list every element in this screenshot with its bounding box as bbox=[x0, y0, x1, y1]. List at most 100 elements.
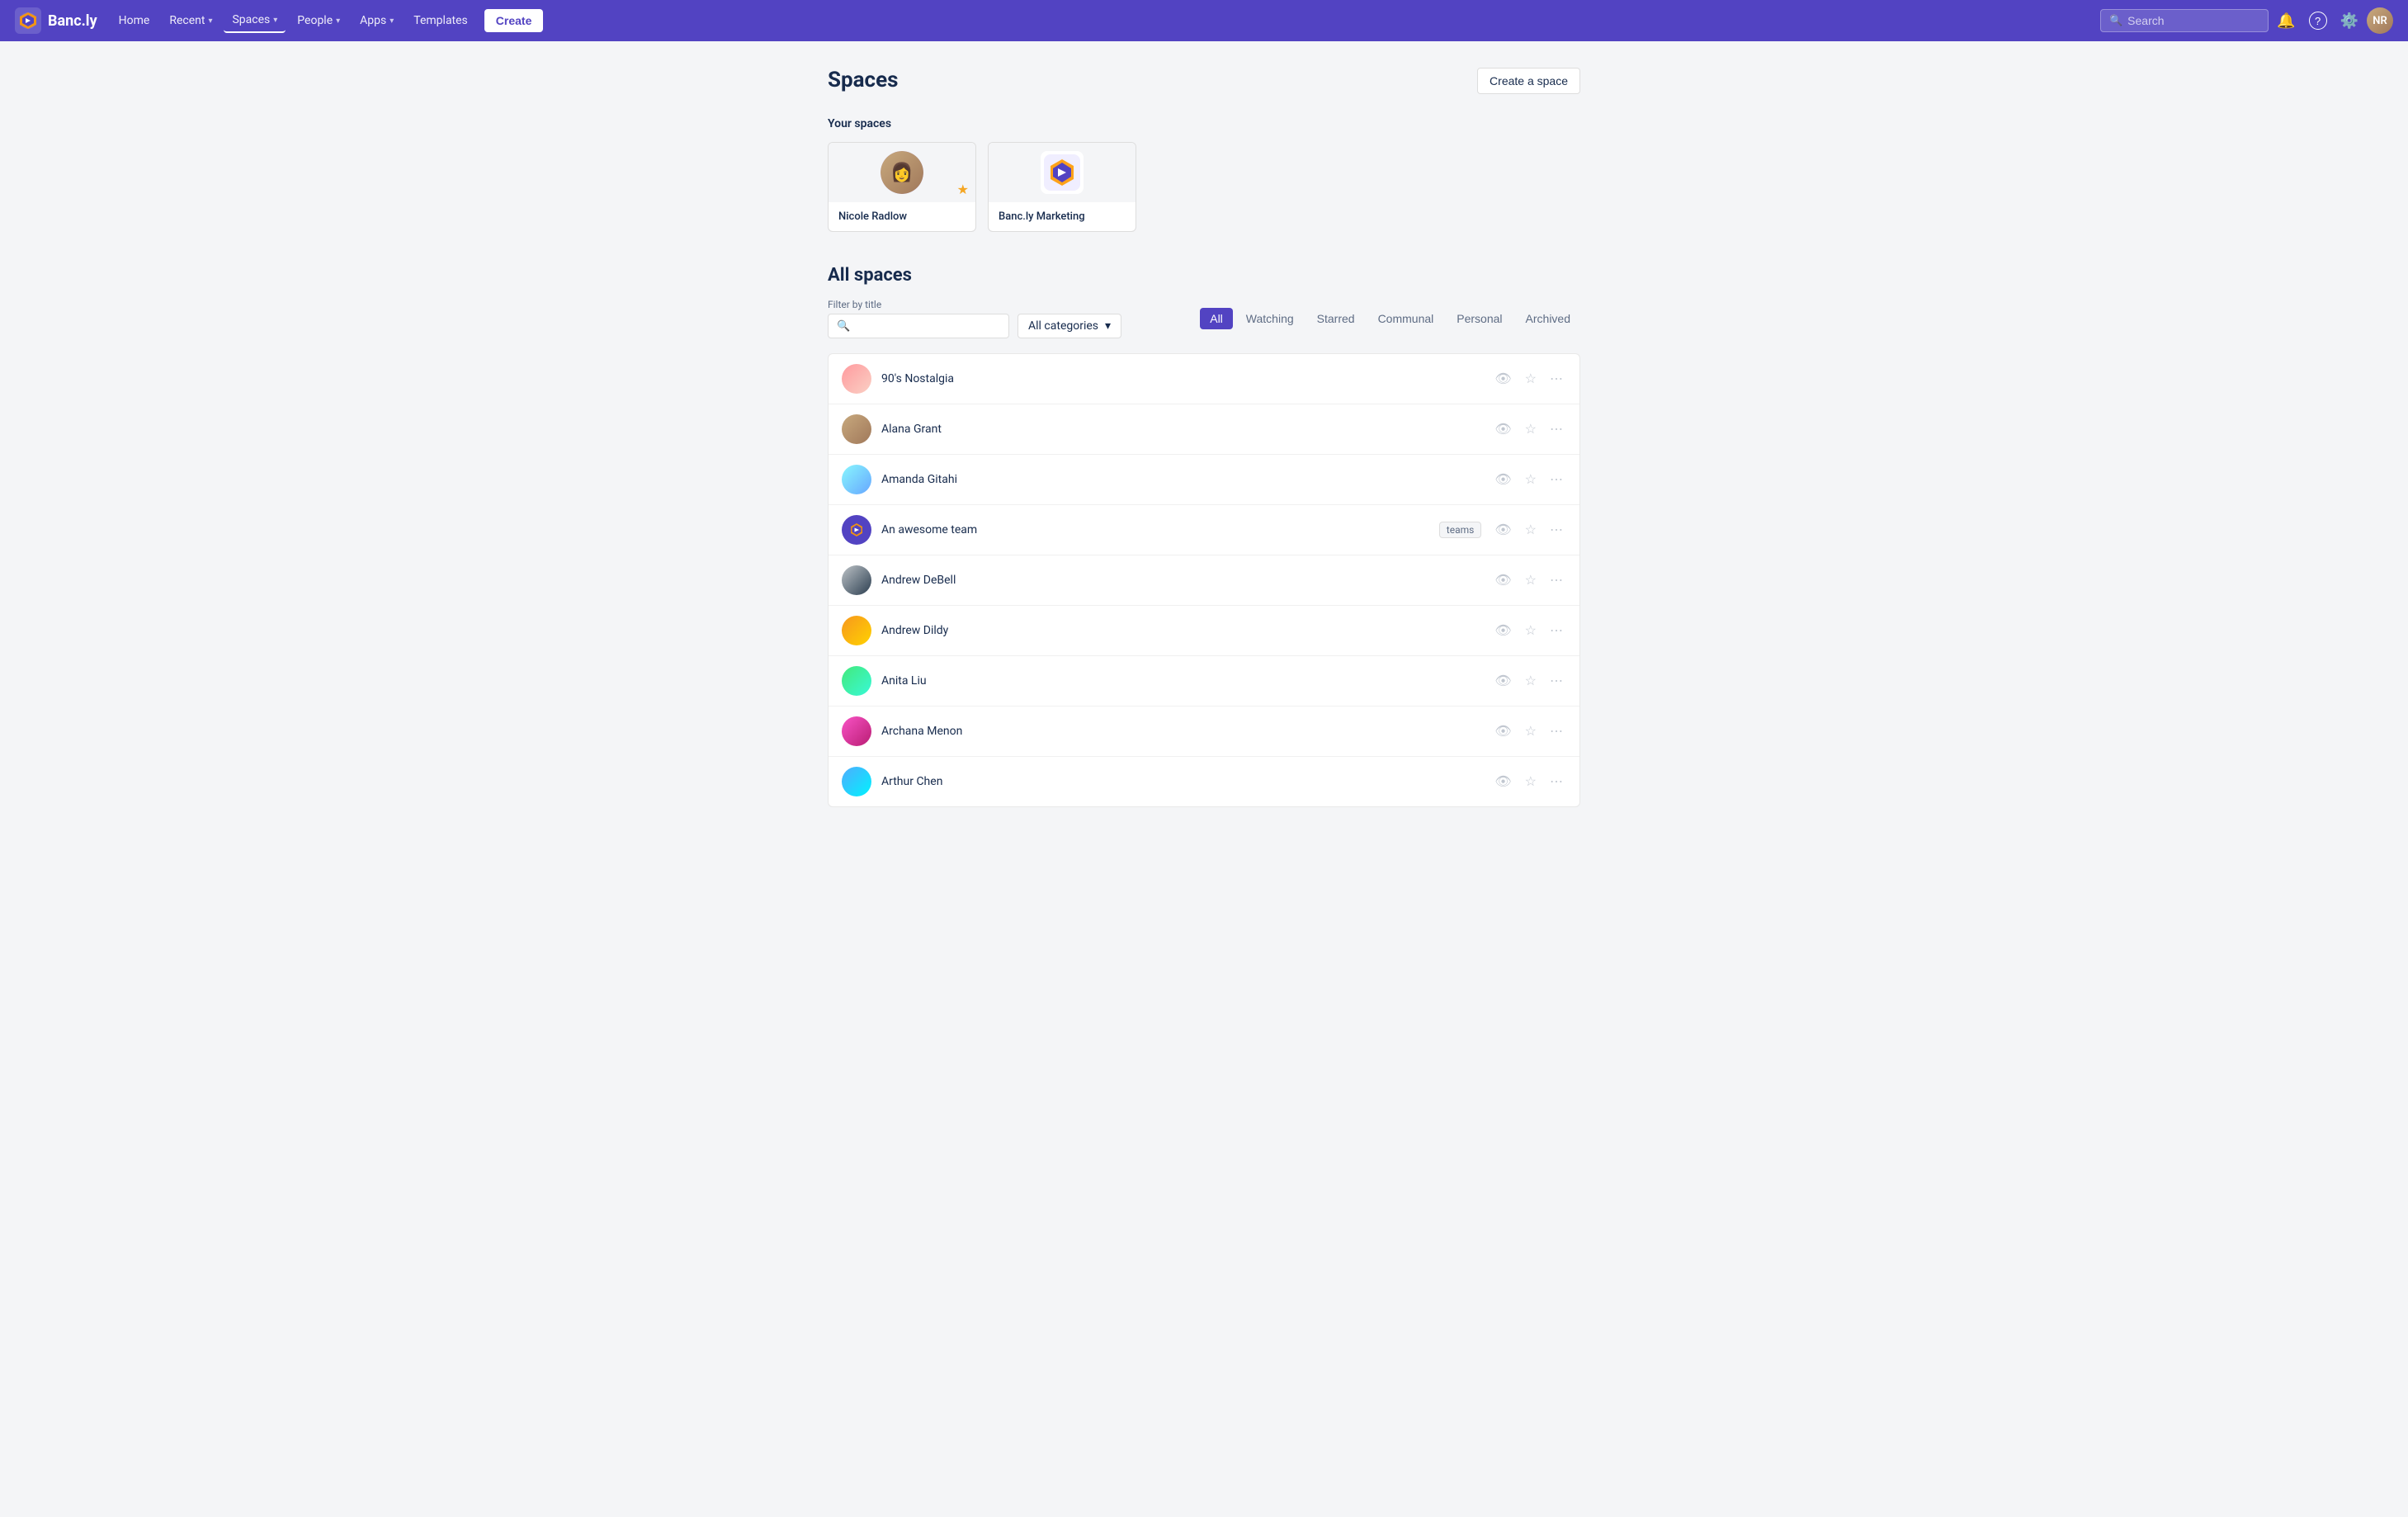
watch-button-anita[interactable]: 👁 bbox=[1491, 671, 1514, 691]
watch-button-archana[interactable]: 👁 bbox=[1491, 721, 1514, 741]
space-name-awesome: An awesome team bbox=[881, 523, 1429, 536]
tab-archived[interactable]: Archived bbox=[1516, 308, 1580, 329]
tab-all[interactable]: All bbox=[1200, 308, 1233, 329]
nav-people[interactable]: People ▾ bbox=[289, 9, 348, 32]
more-button-awesome[interactable]: ⋯ bbox=[1546, 520, 1566, 540]
apps-chevron-icon: ▾ bbox=[390, 17, 394, 26]
space-card-header-nicole: 👩 ★ bbox=[829, 143, 975, 202]
your-spaces-grid: 👩 ★ Nicole Radlow bbox=[828, 142, 1580, 232]
space-avatar-archana bbox=[842, 716, 871, 746]
space-card-avatar-bancly bbox=[1041, 151, 1084, 194]
more-button-alana[interactable]: ⋯ bbox=[1546, 419, 1566, 439]
space-card-nicole[interactable]: 👩 ★ Nicole Radlow bbox=[828, 142, 976, 232]
recent-chevron-icon: ▾ bbox=[208, 17, 212, 26]
page-title: Spaces bbox=[828, 68, 899, 92]
more-button-andrew-dildy[interactable]: ⋯ bbox=[1546, 621, 1566, 640]
user-avatar[interactable]: NR bbox=[2367, 7, 2393, 34]
filter-tabs: All Watching Starred Communal Personal A… bbox=[1200, 308, 1580, 329]
star-button-amanda[interactable]: ☆ bbox=[1522, 470, 1540, 489]
space-row-actions-amanda: 👁 ☆ ⋯ bbox=[1491, 470, 1566, 489]
spaces-chevron-icon: ▾ bbox=[273, 16, 277, 25]
people-chevron-icon: ▾ bbox=[336, 17, 340, 26]
more-button-arthur[interactable]: ⋯ bbox=[1546, 772, 1566, 792]
all-spaces-title: All spaces bbox=[828, 265, 1580, 286]
tab-communal[interactable]: Communal bbox=[1368, 308, 1444, 329]
space-name-archana: Archana Menon bbox=[881, 725, 1481, 738]
watch-button-amanda[interactable]: 👁 bbox=[1491, 470, 1514, 489]
table-row[interactable]: Amanda Gitahi 👁 ☆ ⋯ bbox=[829, 455, 1579, 505]
star-button-andrew-dildy[interactable]: ☆ bbox=[1522, 621, 1540, 640]
nav-home[interactable]: Home bbox=[111, 9, 158, 32]
filter-label: Filter by title bbox=[828, 299, 1121, 310]
nav-templates[interactable]: Templates bbox=[405, 9, 476, 32]
search-box[interactable]: 🔍 bbox=[2100, 9, 2269, 32]
filter-search-box[interactable]: 🔍 bbox=[828, 314, 1009, 338]
app-logo[interactable]: Banc.ly bbox=[15, 7, 97, 34]
table-row[interactable]: Anita Liu 👁 ☆ ⋯ bbox=[829, 656, 1579, 707]
more-button-andrew-debell[interactable]: ⋯ bbox=[1546, 570, 1566, 590]
search-icon: 🔍 bbox=[2109, 15, 2122, 27]
filter-search-icon: 🔍 bbox=[837, 320, 850, 333]
help-button[interactable]: ? bbox=[2304, 7, 2332, 35]
page-header: Spaces Create a space bbox=[828, 68, 1580, 94]
star-button-arthur[interactable]: ☆ bbox=[1522, 772, 1540, 792]
space-name-nostalgia: 90's Nostalgia bbox=[881, 372, 1481, 385]
create-button[interactable]: Create bbox=[484, 9, 544, 32]
space-card-name-bancly: Banc.ly Marketing bbox=[999, 210, 1126, 223]
tab-personal[interactable]: Personal bbox=[1447, 308, 1512, 329]
star-button-andrew-debell[interactable]: ☆ bbox=[1522, 570, 1540, 590]
space-avatar-andrew-dildy bbox=[842, 616, 871, 645]
star-button-anita[interactable]: ☆ bbox=[1522, 671, 1540, 691]
table-row[interactable]: 90's Nostalgia 👁 ☆ ⋯ bbox=[829, 354, 1579, 404]
space-name-andrew-debell: Andrew DeBell bbox=[881, 574, 1481, 587]
filter-group: Filter by title 🔍 All categories ▾ bbox=[828, 299, 1121, 338]
star-button-awesome[interactable]: ☆ bbox=[1522, 520, 1540, 540]
watch-button-awesome[interactable]: 👁 bbox=[1491, 520, 1514, 540]
settings-button[interactable]: ⚙️ bbox=[2335, 7, 2363, 35]
nav-recent[interactable]: Recent ▾ bbox=[161, 9, 220, 32]
all-spaces-section: All spaces Filter by title 🔍 All categor… bbox=[828, 265, 1580, 807]
category-select[interactable]: All categories ▾ bbox=[1017, 314, 1121, 338]
nav-spaces[interactable]: Spaces ▾ bbox=[224, 8, 286, 33]
space-avatar-anita bbox=[842, 666, 871, 696]
space-avatar-arthur bbox=[842, 767, 871, 796]
watch-button-nostalgia[interactable]: 👁 bbox=[1491, 369, 1514, 389]
space-name-anita: Anita Liu bbox=[881, 674, 1481, 688]
table-row[interactable]: Andrew DeBell 👁 ☆ ⋯ bbox=[829, 555, 1579, 606]
table-row[interactable]: Archana Menon 👁 ☆ ⋯ bbox=[829, 707, 1579, 757]
watch-button-andrew-dildy[interactable]: 👁 bbox=[1491, 621, 1514, 640]
table-row[interactable]: Alana Grant 👁 ☆ ⋯ bbox=[829, 404, 1579, 455]
watch-button-andrew-debell[interactable]: 👁 bbox=[1491, 570, 1514, 590]
help-icon: ? bbox=[2309, 12, 2327, 30]
star-button-nostalgia[interactable]: ☆ bbox=[1522, 369, 1540, 389]
more-button-archana[interactable]: ⋯ bbox=[1546, 721, 1566, 741]
search-input[interactable] bbox=[2127, 14, 2259, 27]
space-row-actions-nostalgia: 👁 ☆ ⋯ bbox=[1491, 369, 1566, 389]
tab-watching[interactable]: Watching bbox=[1236, 308, 1304, 329]
space-card-body-bancly: Banc.ly Marketing bbox=[989, 202, 1136, 231]
space-row-actions-arthur: 👁 ☆ ⋯ bbox=[1491, 772, 1566, 792]
more-button-nostalgia[interactable]: ⋯ bbox=[1546, 369, 1566, 389]
space-row-actions-andrew-debell: 👁 ☆ ⋯ bbox=[1491, 570, 1566, 590]
main-content: Spaces Create a space Your spaces 👩 ★ Ni… bbox=[808, 41, 1600, 834]
nav-apps[interactable]: Apps ▾ bbox=[352, 9, 402, 32]
space-avatar-alana bbox=[842, 414, 871, 444]
table-row[interactable]: An awesome team teams 👁 ☆ ⋯ bbox=[829, 505, 1579, 555]
table-row[interactable]: Arthur Chen 👁 ☆ ⋯ bbox=[829, 757, 1579, 806]
space-avatar-amanda bbox=[842, 465, 871, 494]
table-row[interactable]: Andrew Dildy 👁 ☆ ⋯ bbox=[829, 606, 1579, 656]
your-spaces-section: Your spaces 👩 ★ Nicole Radlow bbox=[828, 117, 1580, 232]
star-button-archana[interactable]: ☆ bbox=[1522, 721, 1540, 741]
create-space-button[interactable]: Create a space bbox=[1477, 68, 1580, 94]
tab-starred[interactable]: Starred bbox=[1307, 308, 1365, 329]
more-button-anita[interactable]: ⋯ bbox=[1546, 671, 1566, 691]
watch-button-alana[interactable]: 👁 bbox=[1491, 419, 1514, 439]
star-button-alana[interactable]: ☆ bbox=[1522, 419, 1540, 439]
filter-search-input[interactable] bbox=[855, 319, 970, 333]
category-chevron-icon: ▾ bbox=[1105, 319, 1111, 333]
watch-button-arthur[interactable]: 👁 bbox=[1491, 772, 1514, 792]
notifications-button[interactable]: 🔔 bbox=[2272, 7, 2300, 35]
space-row-actions-awesome: 👁 ☆ ⋯ bbox=[1491, 520, 1566, 540]
more-button-amanda[interactable]: ⋯ bbox=[1546, 470, 1566, 489]
space-card-bancly[interactable]: Banc.ly Marketing bbox=[988, 142, 1136, 232]
